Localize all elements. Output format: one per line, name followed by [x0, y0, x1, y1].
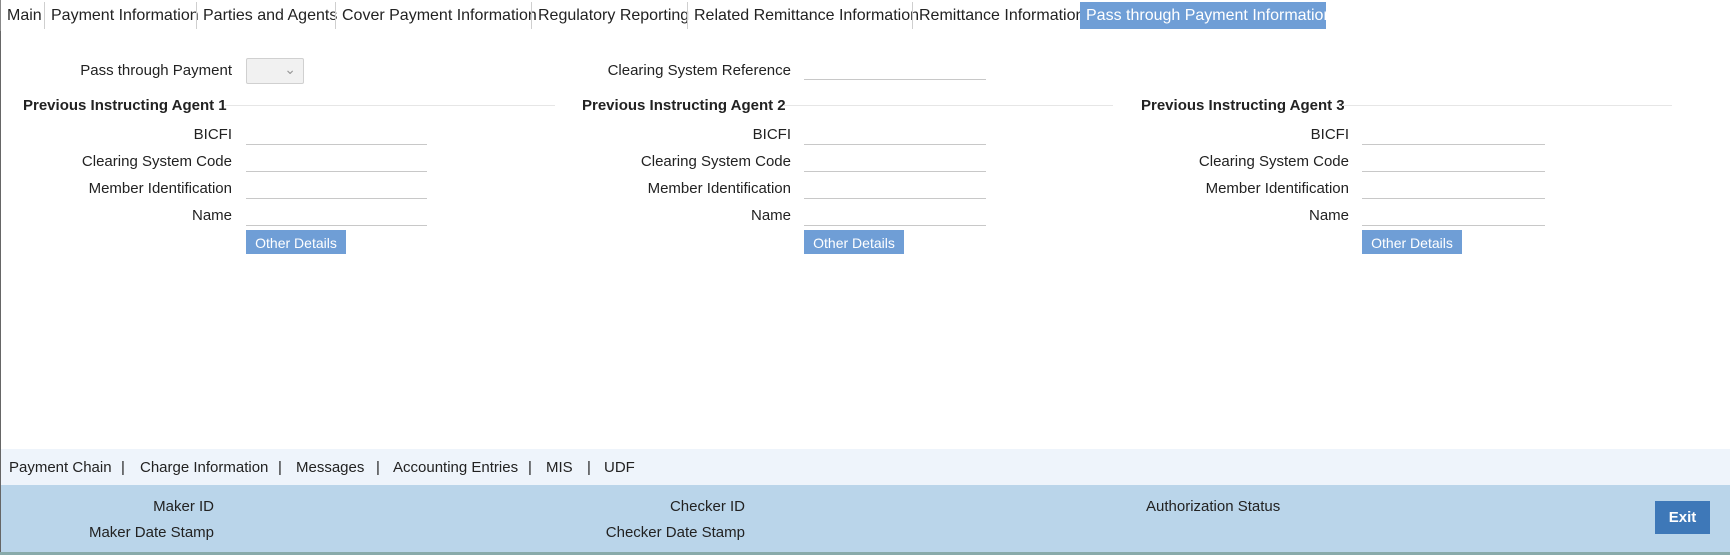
- agent-1-clearing-system-code-label: Clearing System Code: [81, 153, 232, 170]
- agent-2-member-identification-label: Member Identification: [647, 180, 791, 197]
- tab-parties-and-agents[interactable]: Parties and Agents: [196, 2, 343, 29]
- agent-3-member-identification-label: Member Identification: [1205, 180, 1349, 197]
- agent-2-member-identification-input[interactable]: [804, 179, 986, 199]
- clearing-system-reference-input[interactable]: [804, 60, 986, 80]
- link-charge-information[interactable]: Charge Information: [140, 459, 268, 476]
- link-separator: |: [278, 459, 282, 476]
- agent-3-name-input[interactable]: [1362, 206, 1545, 226]
- checker-date-stamp-label: Checker Date Stamp: [605, 524, 745, 541]
- exit-button[interactable]: Exit: [1655, 501, 1710, 534]
- agent-3-member-identification-input[interactable]: [1362, 179, 1545, 199]
- link-mis[interactable]: MIS: [546, 459, 573, 476]
- tab-regulatory-reporting[interactable]: Regulatory Reporting: [531, 2, 695, 29]
- pass-through-payment-select[interactable]: ⌄: [246, 58, 304, 84]
- agent-1-other-details-button[interactable]: Other Details: [246, 230, 346, 254]
- agent-3-section-title: Previous Instructing Agent 3: [1141, 97, 1345, 114]
- agent-1-member-identification-input[interactable]: [246, 179, 427, 199]
- authorization-status-label: Authorization Status: [1146, 498, 1281, 515]
- bottom-links-bar: Payment Chain | Charge Information | Mes…: [1, 449, 1730, 485]
- link-udf[interactable]: UDF: [604, 459, 635, 476]
- link-separator: |: [121, 459, 125, 476]
- agent-2-section-title: Previous Instructing Agent 2: [582, 97, 786, 114]
- agent-3-name-label: Name: [1308, 207, 1349, 224]
- tab-pass-through-payment-information[interactable]: Pass through Payment Information: [1080, 2, 1332, 29]
- agent-3-other-details-button[interactable]: Other Details: [1362, 230, 1462, 254]
- chevron-down-icon: ⌄: [284, 61, 296, 77]
- agent-2-clearing-system-code-label: Clearing System Code: [640, 153, 791, 170]
- link-separator: |: [376, 459, 380, 476]
- link-payment-chain[interactable]: Payment Chain: [9, 459, 112, 476]
- agent-1-bicfi-label: BICFI: [193, 126, 232, 143]
- agent-2-bicfi-label: BICFI: [752, 126, 791, 143]
- tab-related-remittance-information[interactable]: Related Remittance Information: [687, 2, 925, 29]
- link-separator: |: [528, 459, 532, 476]
- audit-footer: Maker ID Maker Date Stamp Checker ID Che…: [1, 485, 1730, 552]
- pass-through-payment-label: Pass through Payment: [80, 62, 232, 79]
- agent-1-section-title: Previous Instructing Agent 1: [23, 97, 227, 114]
- agent-1-clearing-system-code-input[interactable]: [246, 152, 427, 172]
- checker-id-label: Checker ID: [669, 498, 745, 515]
- maker-id-label: Maker ID: [153, 498, 214, 515]
- agent-1-member-identification-label: Member Identification: [88, 180, 232, 197]
- agent-3-bicfi-label: BICFI: [1310, 126, 1349, 143]
- agent-2-other-details-button[interactable]: Other Details: [804, 230, 904, 254]
- agent-3-clearing-system-code-input[interactable]: [1362, 152, 1545, 172]
- tab-bar: Main Payment Information Parties and Age…: [0, 0, 1730, 31]
- agent-1-name-label: Name: [191, 207, 232, 224]
- agent-2-section-divider: [783, 105, 1113, 106]
- agent-2-clearing-system-code-input[interactable]: [804, 152, 986, 172]
- agent-3-section-divider: [1342, 105, 1672, 106]
- tab-cover-payment-information[interactable]: Cover Payment Information: [335, 2, 543, 29]
- agent-1-bicfi-input[interactable]: [246, 125, 427, 145]
- link-separator: |: [587, 459, 591, 476]
- maker-date-stamp-label: Maker Date Stamp: [88, 524, 214, 541]
- agent-2-name-input[interactable]: [804, 206, 986, 226]
- link-accounting-entries[interactable]: Accounting Entries: [393, 459, 518, 476]
- agent-1-section-divider: [225, 105, 555, 106]
- agent-1-name-input[interactable]: [246, 206, 427, 226]
- agent-2-bicfi-input[interactable]: [804, 125, 986, 145]
- link-messages[interactable]: Messages: [296, 459, 364, 476]
- clearing-system-reference-label: Clearing System Reference: [607, 62, 791, 79]
- agent-3-bicfi-input[interactable]: [1362, 125, 1545, 145]
- tab-main[interactable]: Main: [1, 2, 48, 29]
- agent-3-clearing-system-code-label: Clearing System Code: [1198, 153, 1349, 170]
- agent-2-name-label: Name: [750, 207, 791, 224]
- tab-remittance-information[interactable]: Remittance Information: [912, 2, 1090, 29]
- tab-payment-information[interactable]: Payment Information: [44, 2, 205, 29]
